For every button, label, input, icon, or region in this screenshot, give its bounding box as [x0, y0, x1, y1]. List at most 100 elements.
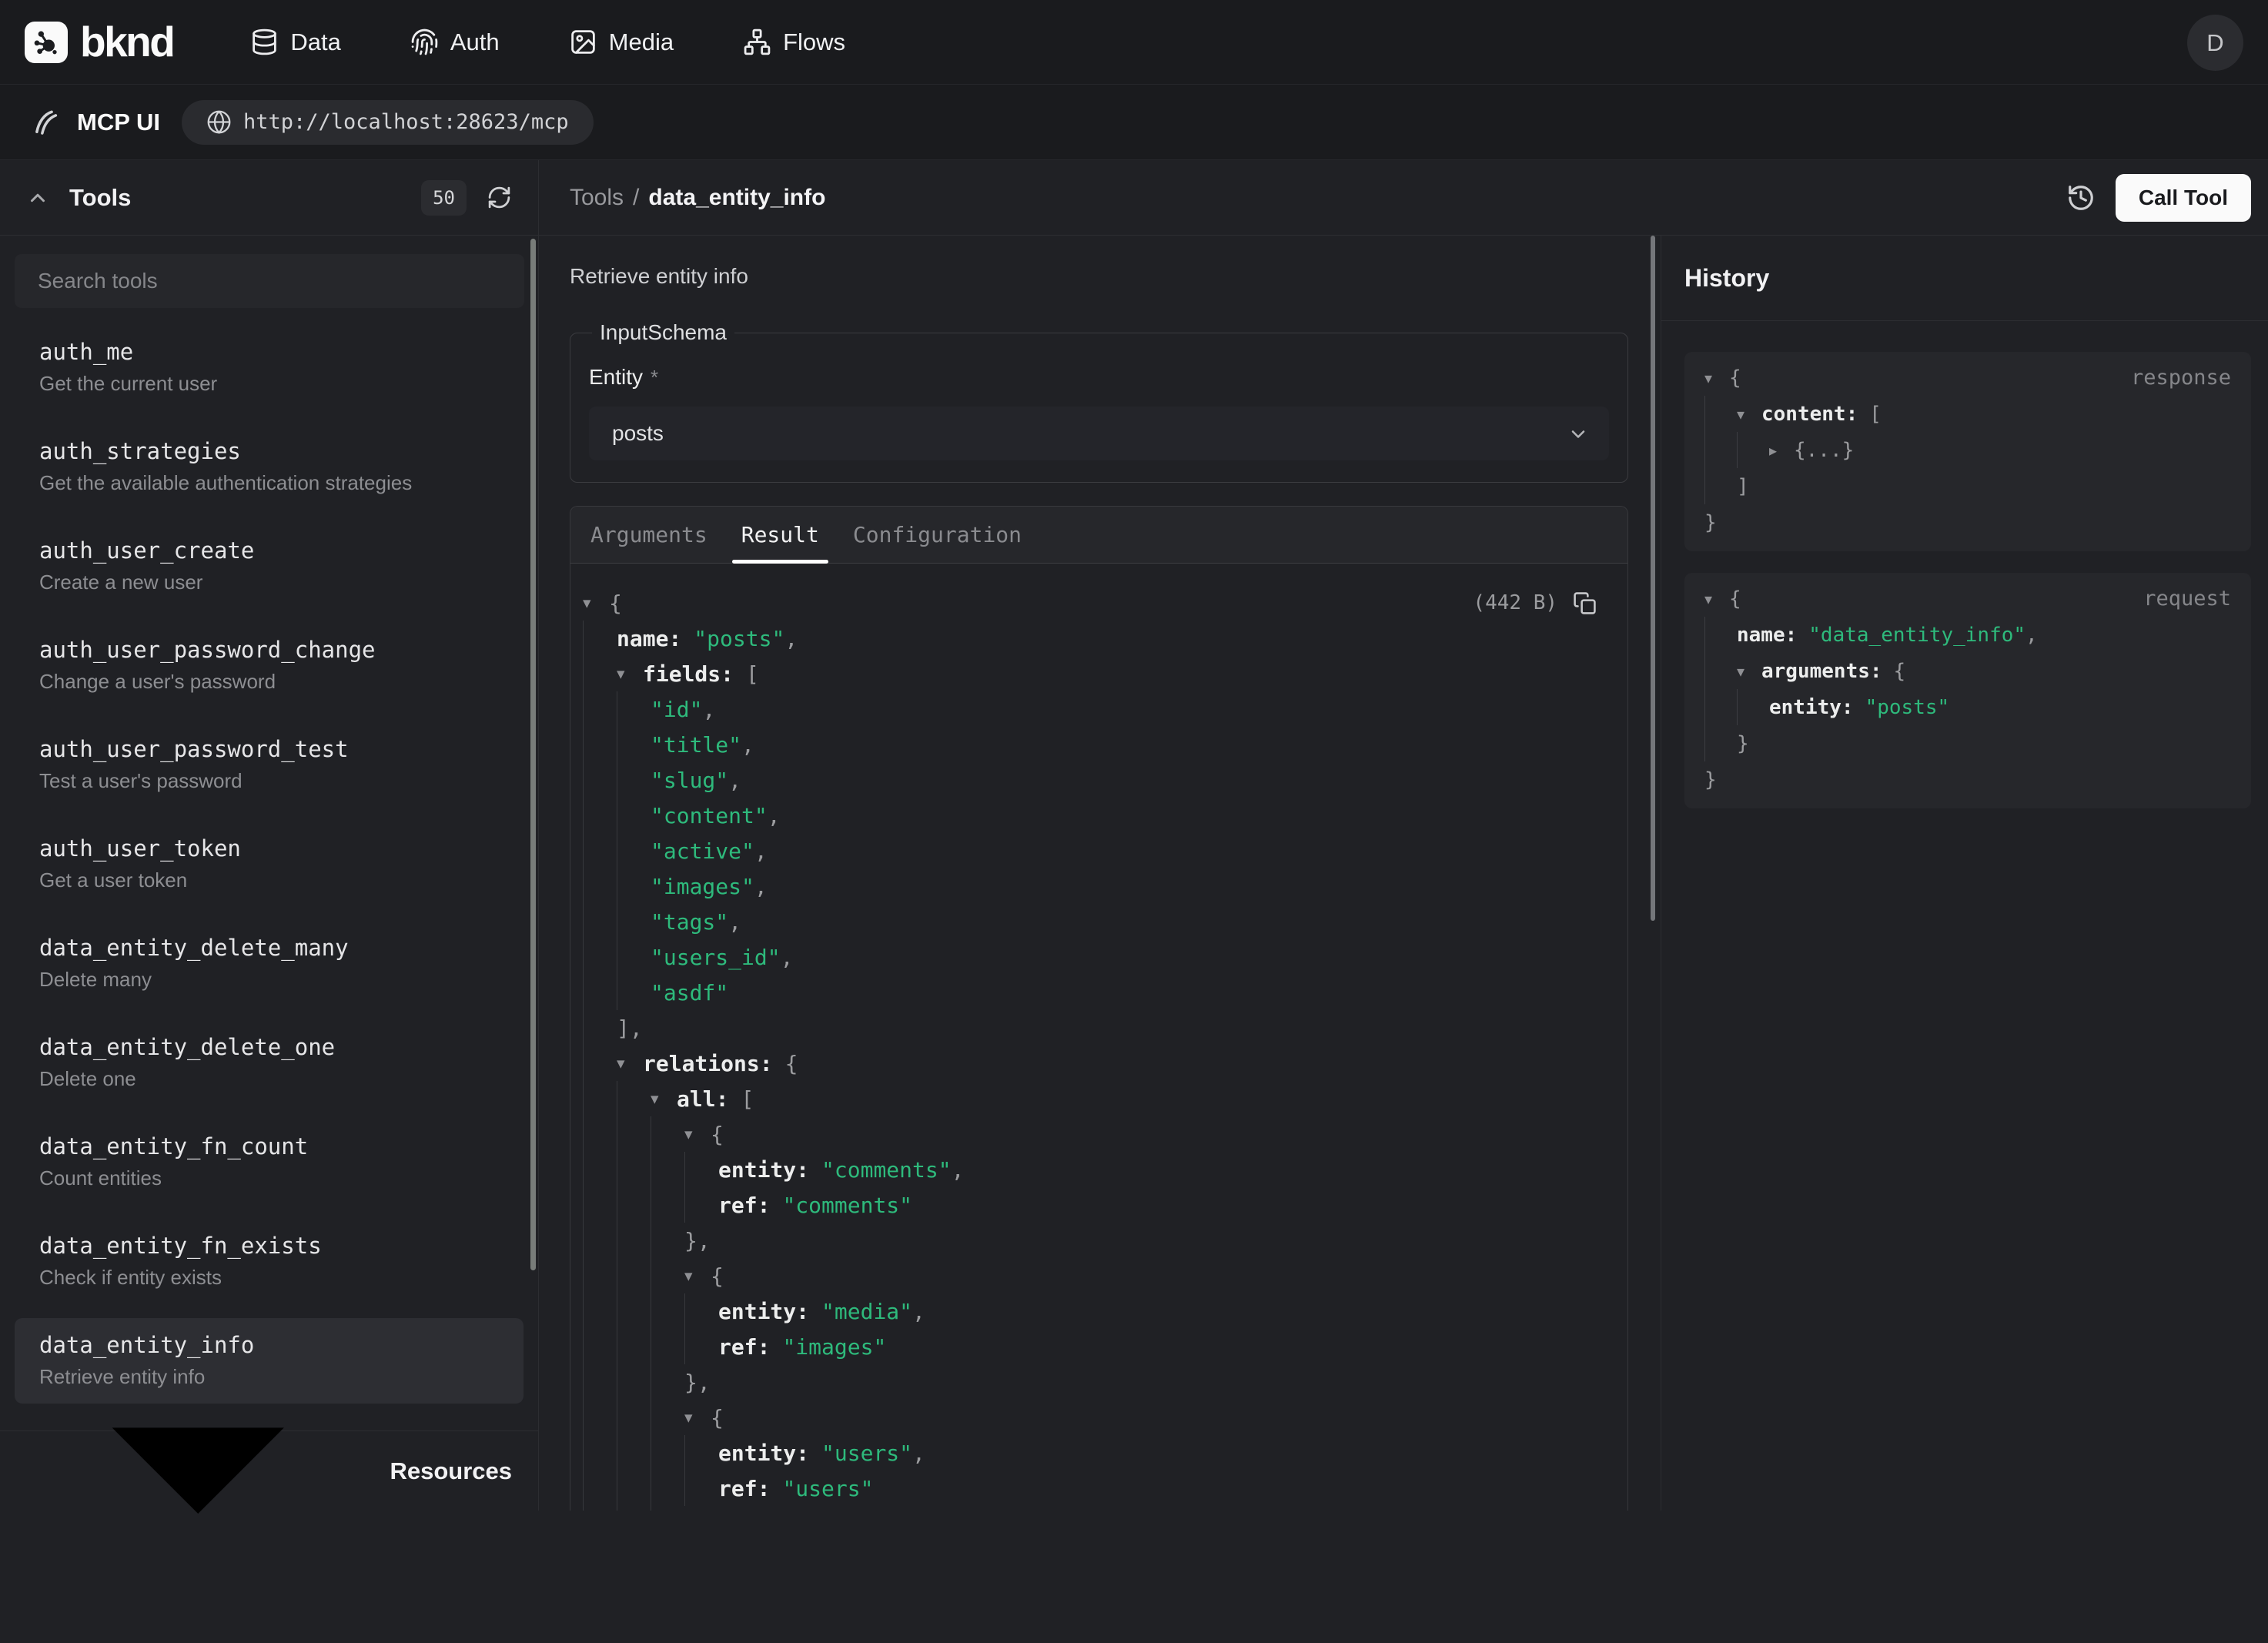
tool-desc: Get the available authentication strateg…	[39, 470, 499, 496]
json-key: ref:	[718, 1334, 770, 1360]
indent-guide	[583, 691, 617, 727]
indent-guide	[1704, 396, 1737, 432]
entity-select[interactable]: posts	[589, 407, 1609, 460]
mcp-url-pill[interactable]: http://localhost:28623/mcp	[182, 100, 594, 145]
json-punctuation: ,	[912, 1441, 925, 1466]
indent-guide	[1704, 725, 1737, 761]
brand[interactable]: bknd	[25, 21, 173, 63]
json-string: "id"	[651, 697, 702, 722]
collapse-icon[interactable]: ▾	[617, 1054, 643, 1072]
json-line: name:"posts",	[583, 621, 1597, 656]
avatar-initial: D	[2206, 29, 2223, 57]
search-input[interactable]	[15, 254, 524, 308]
indent-guide	[617, 1187, 651, 1223]
json-key: all:	[677, 1086, 728, 1112]
indent-guide	[617, 1293, 651, 1329]
json-key: entity:	[718, 1441, 809, 1466]
tool-name: auth_user_password_test	[39, 734, 499, 764]
tab-arguments[interactable]: Arguments	[590, 507, 707, 563]
json-line: entity: "users",	[583, 1435, 1597, 1471]
json-string: "title"	[651, 732, 741, 758]
json-line: ref:"users"	[583, 1471, 1597, 1506]
main-scrollbar[interactable]	[1651, 236, 1655, 921]
indent-guide	[684, 1293, 718, 1329]
json-string: "users"	[821, 1441, 912, 1466]
breadcrumb-section[interactable]: Tools	[570, 185, 624, 211]
sidebar-scrollbar[interactable]	[530, 239, 536, 1270]
indent-guide	[1737, 432, 1769, 468]
tool-description: Retrieve entity info	[570, 263, 1628, 289]
json-string: "content"	[651, 803, 768, 828]
collapse-icon[interactable]: ▾	[684, 1267, 711, 1285]
resources-section-header[interactable]: Resources	[0, 1431, 538, 1511]
indent-guide	[617, 1116, 651, 1152]
tools-section-header[interactable]: Tools 50	[0, 160, 538, 236]
indent-guide	[617, 1258, 651, 1293]
indent-guide	[651, 1364, 684, 1400]
breadcrumb-separator: /	[633, 185, 639, 211]
indent-guide	[651, 1152, 684, 1187]
tool-item-data_entity_delete_one[interactable]: data_entity_delete_oneDelete one	[15, 1020, 524, 1106]
collapse-icon[interactable]: ▾	[684, 1125, 711, 1143]
indent-guide	[651, 1116, 684, 1152]
json-string: "active"	[651, 838, 754, 864]
result-meta: (442 B)	[1473, 585, 1597, 621]
json-line: "title",	[583, 727, 1597, 762]
history-entries: response▾{▾content:[▸{...}]} request▾{nam…	[1661, 321, 2268, 808]
indent-guide	[1704, 432, 1737, 468]
tool-item-data_entity_delete_many[interactable]: data_entity_delete_manyDelete many	[15, 921, 524, 1006]
indent-guide	[651, 1258, 684, 1293]
tool-item-auth_strategies[interactable]: auth_strategiesGet the available authent…	[15, 424, 524, 510]
tool-item-auth_me[interactable]: auth_meGet the current user	[15, 325, 524, 410]
collapse-icon[interactable]: ▾	[617, 664, 643, 683]
indent-guide	[583, 727, 617, 762]
json-string: "images"	[651, 874, 754, 899]
tool-item-auth_user_create[interactable]: auth_user_createCreate a new user	[15, 524, 524, 609]
nav-item-flows[interactable]: Flows	[743, 28, 845, 56]
expand-icon[interactable]: ▸	[1769, 441, 1794, 460]
tool-desc: Get the current user	[39, 371, 499, 397]
tool-name: data_entity_delete_one	[39, 1032, 499, 1062]
indent-guide	[684, 1471, 718, 1506]
collapse-icon[interactable]: ▾	[1704, 369, 1729, 387]
collapse-icon[interactable]: ▾	[1737, 662, 1761, 681]
json-line: },	[583, 1223, 1597, 1258]
indent-guide	[583, 1116, 617, 1152]
call-tool-button[interactable]: Call Tool	[2116, 174, 2251, 222]
history-entry-request[interactable]: request▾{name:"data_entity_info",▾argume…	[1684, 573, 2251, 808]
tool-item-data_entity_fn_count[interactable]: data_entity_fn_countCount entities	[15, 1119, 524, 1205]
tool-item-data_entity_fn_exists[interactable]: data_entity_fn_existsCheck if entity exi…	[15, 1219, 524, 1304]
indent-guide	[583, 656, 617, 691]
history-entry-response[interactable]: response▾{▾content:[▸{...}]}	[1684, 352, 2251, 551]
json-punctuation: ,	[952, 1157, 965, 1183]
input-schema-fieldset: InputSchema Entity* posts	[570, 320, 1628, 483]
tool-item-auth_user_token[interactable]: auth_user_tokenGet a user token	[15, 822, 524, 907]
collapse-icon[interactable]: ▾	[651, 1089, 677, 1108]
nav-item-auth[interactable]: Auth	[410, 28, 500, 56]
entity-select-value: posts	[612, 421, 664, 446]
result-size: (442 B)	[1473, 591, 1557, 614]
json-line: ]	[1704, 468, 2231, 504]
copy-icon[interactable]	[1573, 591, 1597, 615]
tool-name: data_entity_fn_count	[39, 1132, 499, 1161]
tool-item-auth_user_password_test[interactable]: auth_user_password_testTest a user's pas…	[15, 722, 524, 808]
tab-result[interactable]: Result	[741, 507, 819, 563]
collapse-icon[interactable]: ▾	[1704, 590, 1729, 608]
json-punctuation: ]	[1737, 475, 1749, 498]
nav-item-data[interactable]: Data	[250, 28, 340, 56]
collapse-icon[interactable]: ▾	[684, 1408, 711, 1427]
refresh-tools-button[interactable]	[487, 185, 512, 210]
refresh-icon	[487, 185, 512, 210]
nav-item-media[interactable]: Media	[569, 28, 674, 56]
avatar[interactable]: D	[2187, 15, 2243, 71]
tab-configuration[interactable]: Configuration	[853, 507, 1022, 563]
collapse-icon[interactable]: ▾	[1737, 405, 1761, 423]
history-toggle-button[interactable]	[2066, 183, 2096, 212]
indent-guide	[1704, 617, 1737, 653]
mcp-icon	[31, 106, 63, 139]
collapse-icon[interactable]: ▾	[583, 594, 609, 612]
json-line: ],	[583, 1010, 1597, 1046]
tool-item-auth_user_password_change[interactable]: auth_user_password_changeChange a user's…	[15, 623, 524, 708]
json-punctuation: },	[684, 1228, 711, 1253]
indent-guide	[583, 621, 617, 656]
